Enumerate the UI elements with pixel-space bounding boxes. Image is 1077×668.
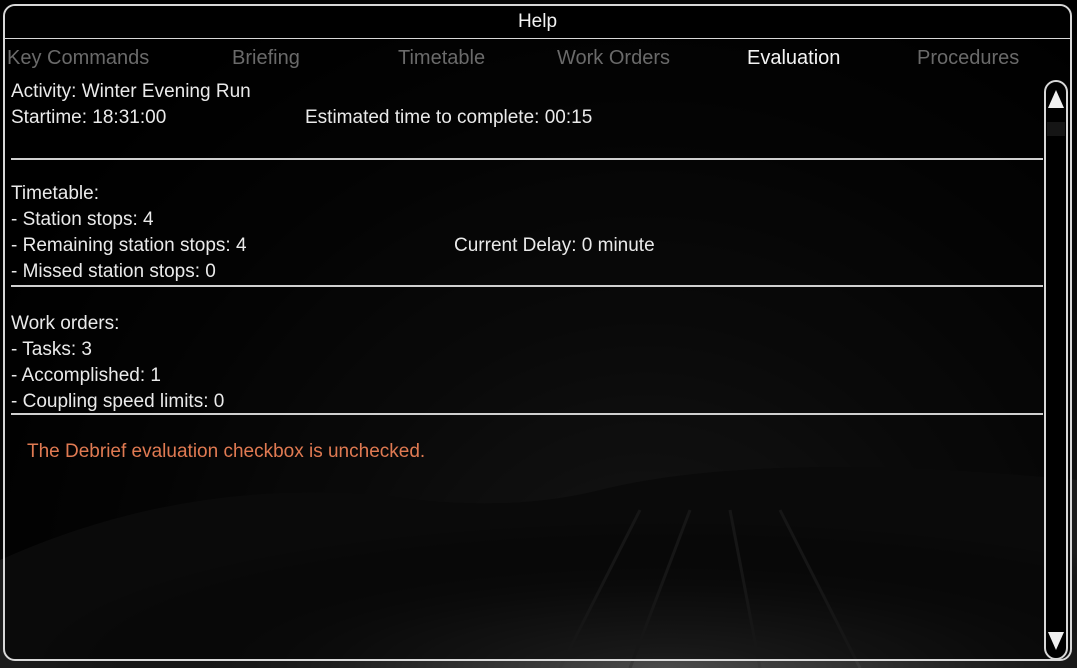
- tab-timetable[interactable]: Timetable: [398, 44, 485, 72]
- scroll-up-button[interactable]: [1046, 84, 1066, 114]
- tab-procedures[interactable]: Procedures: [917, 44, 1019, 72]
- window-title: Help: [5, 6, 1070, 39]
- evaluation-panel: Activity: Winter Evening Run Startime: 1…: [11, 76, 1043, 656]
- estimated-time: Estimated time to complete: 00:15: [305, 107, 593, 128]
- accomplished-count: - Accomplished: 1: [11, 365, 161, 386]
- current-delay: Current Delay: 0 minute: [454, 235, 655, 256]
- tab-work-orders[interactable]: Work Orders: [557, 44, 670, 72]
- activity-name: Activity: Winter Evening Run: [11, 81, 251, 102]
- help-window: Help Key Commands Briefing Timetable Wor…: [3, 4, 1072, 661]
- missed-station-stops: - Missed station stops: 0: [11, 261, 216, 282]
- coupling-speed-limits: - Coupling speed limits: 0: [11, 391, 225, 412]
- tasks-count: - Tasks: 3: [11, 339, 92, 360]
- tab-briefing[interactable]: Briefing: [232, 44, 300, 72]
- tab-evaluation[interactable]: Evaluation: [747, 44, 840, 72]
- vertical-scrollbar[interactable]: [1044, 80, 1068, 659]
- remaining-station-stops: - Remaining station stops: 4: [11, 235, 247, 256]
- timetable-heading: Timetable:: [11, 183, 99, 204]
- tab-key-commands[interactable]: Key Commands: [7, 44, 149, 72]
- scroll-down-button[interactable]: [1046, 626, 1066, 656]
- debrief-notice: The Debrief evaluation checkbox is unche…: [27, 441, 426, 462]
- divider: [11, 285, 1043, 287]
- triangle-up-icon: [1048, 90, 1064, 108]
- tab-bar: Key Commands Briefing Timetable Work Ord…: [5, 44, 1070, 72]
- divider: [11, 413, 1043, 415]
- triangle-down-icon: [1048, 632, 1064, 650]
- scroll-thumb[interactable]: [1047, 122, 1065, 136]
- start-time: Startime: 18:31:00: [11, 107, 167, 128]
- work-orders-heading: Work orders:: [11, 313, 120, 334]
- divider: [11, 158, 1043, 160]
- station-stops: - Station stops: 4: [11, 209, 154, 230]
